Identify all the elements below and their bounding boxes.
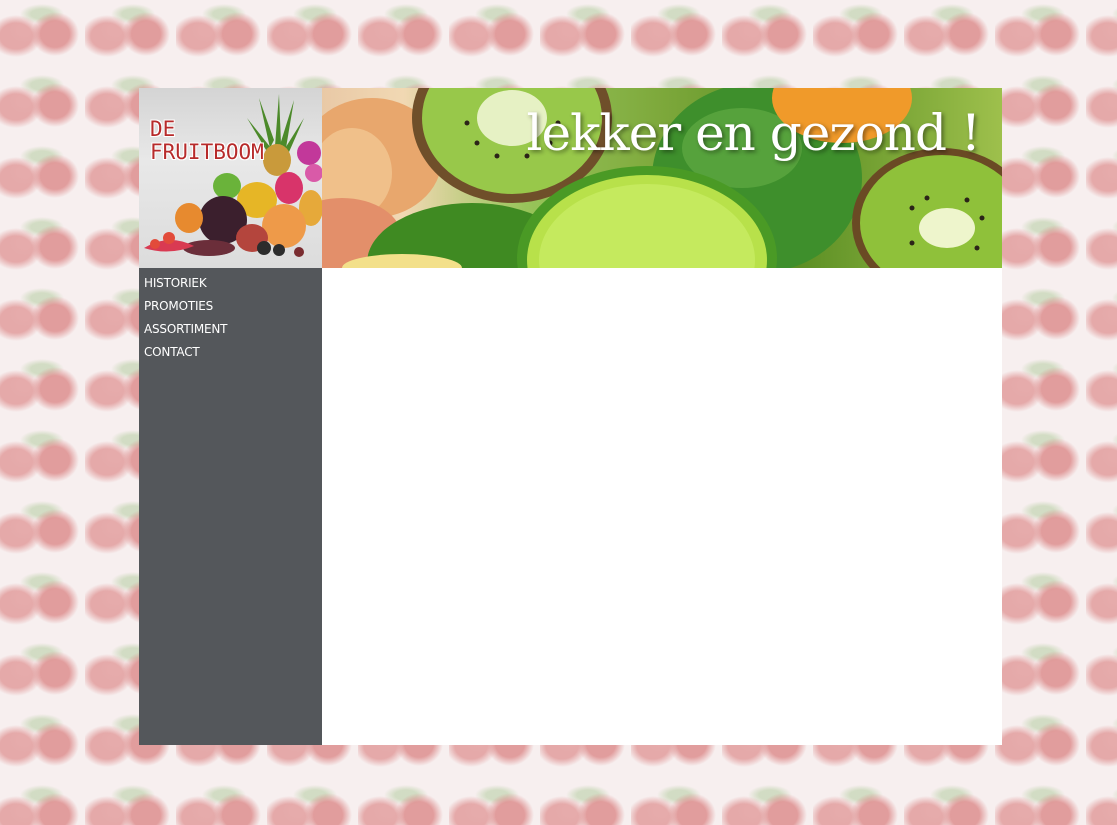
- nav-item-historiek[interactable]: HISTORIEK: [144, 272, 322, 295]
- slogan-text: lekker en gezond !: [526, 104, 981, 162]
- nav-item-promoties[interactable]: PROMOTIES: [144, 295, 322, 318]
- main-content: [322, 268, 1002, 745]
- main-nav: HISTORIEK PROMOTIES ASSORTIMENT CONTACT: [139, 268, 322, 364]
- sidebar: HISTORIEK PROMOTIES ASSORTIMENT CONTACT: [139, 268, 322, 745]
- nav-item-contact[interactable]: CONTACT: [144, 341, 322, 364]
- logo-panel[interactable]: DE FRUITBOOM: [139, 88, 322, 268]
- page-wrapper: DE FRUITBOOM lekker en gezond ! HISTORIE…: [139, 88, 1002, 745]
- fruit-bowl-image: [144, 94, 322, 257]
- logo-line-2: FRUITBOOM: [150, 140, 264, 164]
- nav-item-assortiment[interactable]: ASSORTIMENT: [144, 318, 322, 341]
- site-logo-text: DE FRUITBOOM: [150, 118, 264, 164]
- logo-line-1: DE: [150, 117, 176, 141]
- header-banner: lekker en gezond !: [322, 88, 1002, 268]
